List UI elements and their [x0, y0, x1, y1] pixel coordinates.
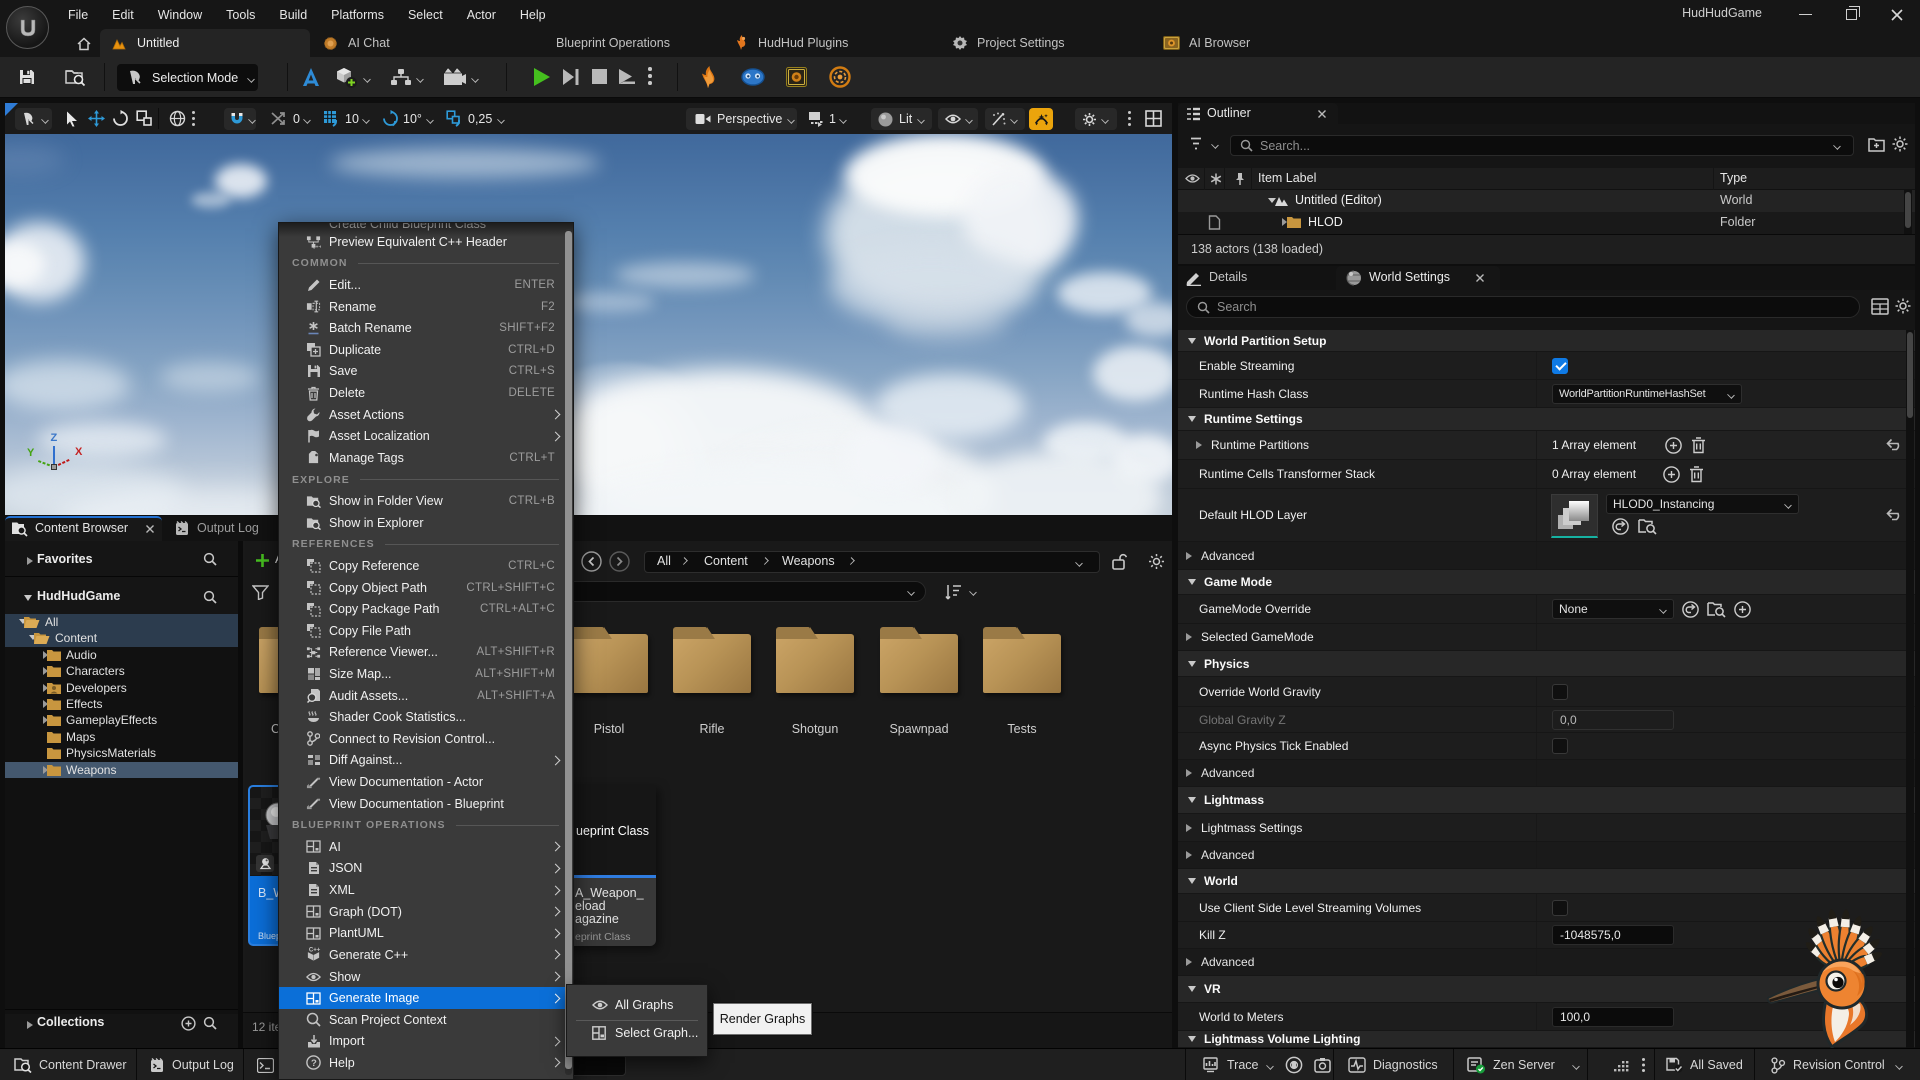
svg-text:C++: C++ — [309, 947, 321, 954]
svg-text:X: X — [75, 446, 83, 458]
svg-text:?: ? — [311, 1058, 317, 1069]
svg-text:Y: Y — [27, 447, 35, 459]
svg-text:Z: Z — [51, 432, 58, 444]
svg-text:c++: c++ — [313, 244, 321, 248]
